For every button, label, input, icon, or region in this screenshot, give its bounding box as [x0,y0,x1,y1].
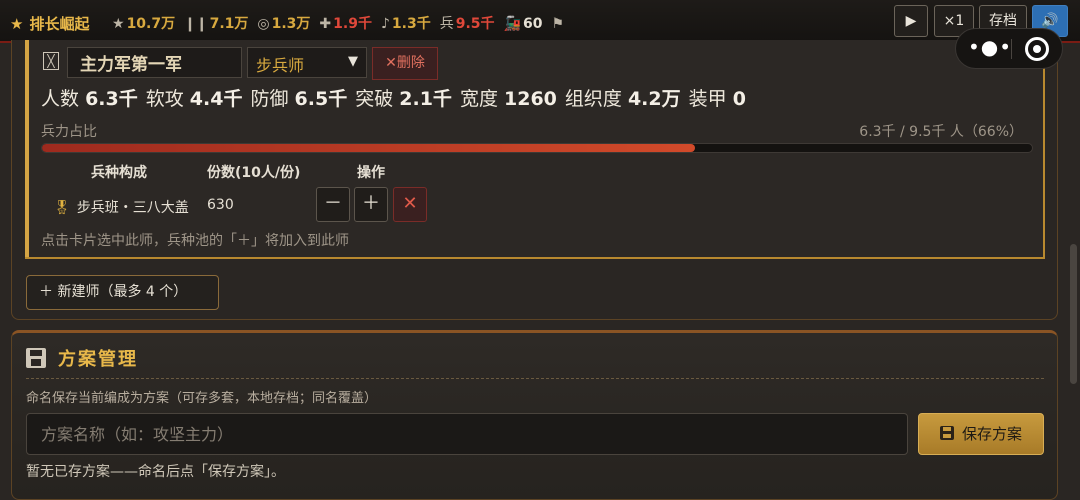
stat-value: 7.1万 [209,16,249,32]
stat-note: ♪ 1.3千 [381,13,431,33]
app-brand: ★ 排长崛起 [10,15,90,33]
close-miniprogram-icon[interactable] [1025,37,1049,61]
miniprogram-capsule: •●• [955,28,1063,69]
flag-icon: ⚑ [551,16,565,32]
target-icon: ◎ [257,16,270,32]
division-type-label: 步兵师 [256,56,305,75]
strength-bar-fill [42,144,696,152]
summary-value: 2.1千 [399,88,452,110]
save-disk-icon [939,426,954,440]
summary-value: 6.3千 [85,88,138,110]
header-composition: 兵种构成 [91,165,147,181]
division-type-select[interactable]: 步兵师 ▼ [247,47,367,78]
divider [26,378,1044,379]
strength-label: 兵力占比 [41,124,97,140]
save-plan-button[interactable]: 保存方案 [918,413,1044,455]
plan-description: 命名保存当前编成为方案（可存多套，本地存档；同名覆盖） [26,391,378,406]
soldier-icon: 兵 [439,16,454,32]
plan-empty-text: 暂无已存方案——命名后点「保存方案」。 [26,464,285,480]
stat-value: 1.3千 [391,16,431,32]
star-icon: ★ [112,16,125,32]
top-bar: ★ 排长崛起 ★ 10.7万 ❙❙ 7.1万 ◎ 1.3万 ✚ 1.9千 ♪ 1.3千兵 9.5千 🚂 6… [0,0,1080,43]
delete-division-button[interactable]: ✕删除 [372,47,438,80]
bars-icon: ❙❙ [184,16,208,32]
strength-value: 6.3千 / 9.5千 人（66%） [859,124,1023,140]
summary-label: 组织度 [564,88,622,110]
stat-soldier: 兵 9.5千 [440,13,495,33]
remove-unit-button[interactable]: ✕ [393,187,427,222]
more-icon[interactable]: •●• [968,35,1012,59]
increase-button[interactable]: ＋ [354,187,388,222]
save-disk-icon [26,348,46,368]
division-card[interactable]: ╳ 步兵师 ▼ ✕删除 人数 6.3千软攻 4.4千防御 6.5千突破 2.1千… [25,40,1045,259]
stat-value: 1.9千 [333,16,372,32]
division-name-input[interactable] [67,47,242,78]
division-hint: 点击卡片选中此师，兵种池的「＋」将加入到此师 [41,233,349,249]
strength-bar [41,143,1033,153]
stat-flag: ⚑ [551,16,566,32]
dropdown-arrow-icon: ▼ [348,54,358,69]
summary-value: 6.5千 [294,88,348,110]
stat-plus: ✚ 1.9千 [319,13,372,33]
scrollbar[interactable] [1070,244,1077,384]
summary-label: 软攻 [145,88,184,110]
unit-row-count: 630 [207,197,234,213]
summary-value: 4.4千 [189,88,243,110]
unit-row-name: 🎖 步兵班・三八大盖 [53,200,189,216]
plus-icon: ✚ [319,16,332,32]
plan-name-input[interactable] [26,413,908,455]
play-button[interactable]: ▶ [894,5,928,37]
summary-label: 突破 [355,88,394,110]
stat-target: ◎ 1.3万 [257,13,310,33]
stat-value: 60 [522,16,543,32]
summary-label: 人数 [41,88,80,110]
division-summary: 人数 6.3千 软攻 4.4千 防御 6.5千 突破 2.1千 宽度 1260 组织度 4… [41,84,754,111]
medal-icon: 🎖 [53,200,71,216]
stat-value: 10.7万 [126,16,176,32]
summary-value: 1260 [504,88,557,110]
plan-panel: 方案管理 命名保存当前编成为方案（可存多套，本地存档；同名覆盖） 保存方案 暂无… [11,330,1058,500]
stat-star: ★ 10.7万 [112,13,175,33]
stat-value: 1.3万 [271,16,311,32]
header-count: 份数(10人/份) [207,165,301,181]
stat-bars: ❙❙ 7.1万 [184,13,248,33]
checkbox[interactable]: ╳ [43,52,59,70]
decrease-button[interactable]: － [316,187,350,222]
summary-label: 装甲 [688,88,727,110]
stat-train: 🚂 60 [504,16,543,32]
train-icon: 🚂 [503,16,521,32]
summary-value: 0 [732,88,746,110]
star-icon: ★ [10,15,24,33]
summary-label: 防御 [250,88,289,110]
summary-label: 宽度 [459,88,498,110]
summary-value: 4.2万 [627,88,681,110]
header-ops: 操作 [357,165,385,181]
plan-title: 方案管理 [26,345,138,371]
divider [1011,39,1012,59]
resource-stats: ★ 10.7万 ❙❙ 7.1万 ◎ 1.3万 ✚ 1.9千 ♪ 1.3千兵 9.5千 🚂 60 ⚑ [112,13,575,33]
note-icon: ♪ [380,16,390,32]
new-division-button[interactable]: ＋ 新建师（最多 4 个） [26,275,219,310]
stat-value: 9.5千 [455,16,495,32]
close-icon: ✕ [385,55,397,71]
